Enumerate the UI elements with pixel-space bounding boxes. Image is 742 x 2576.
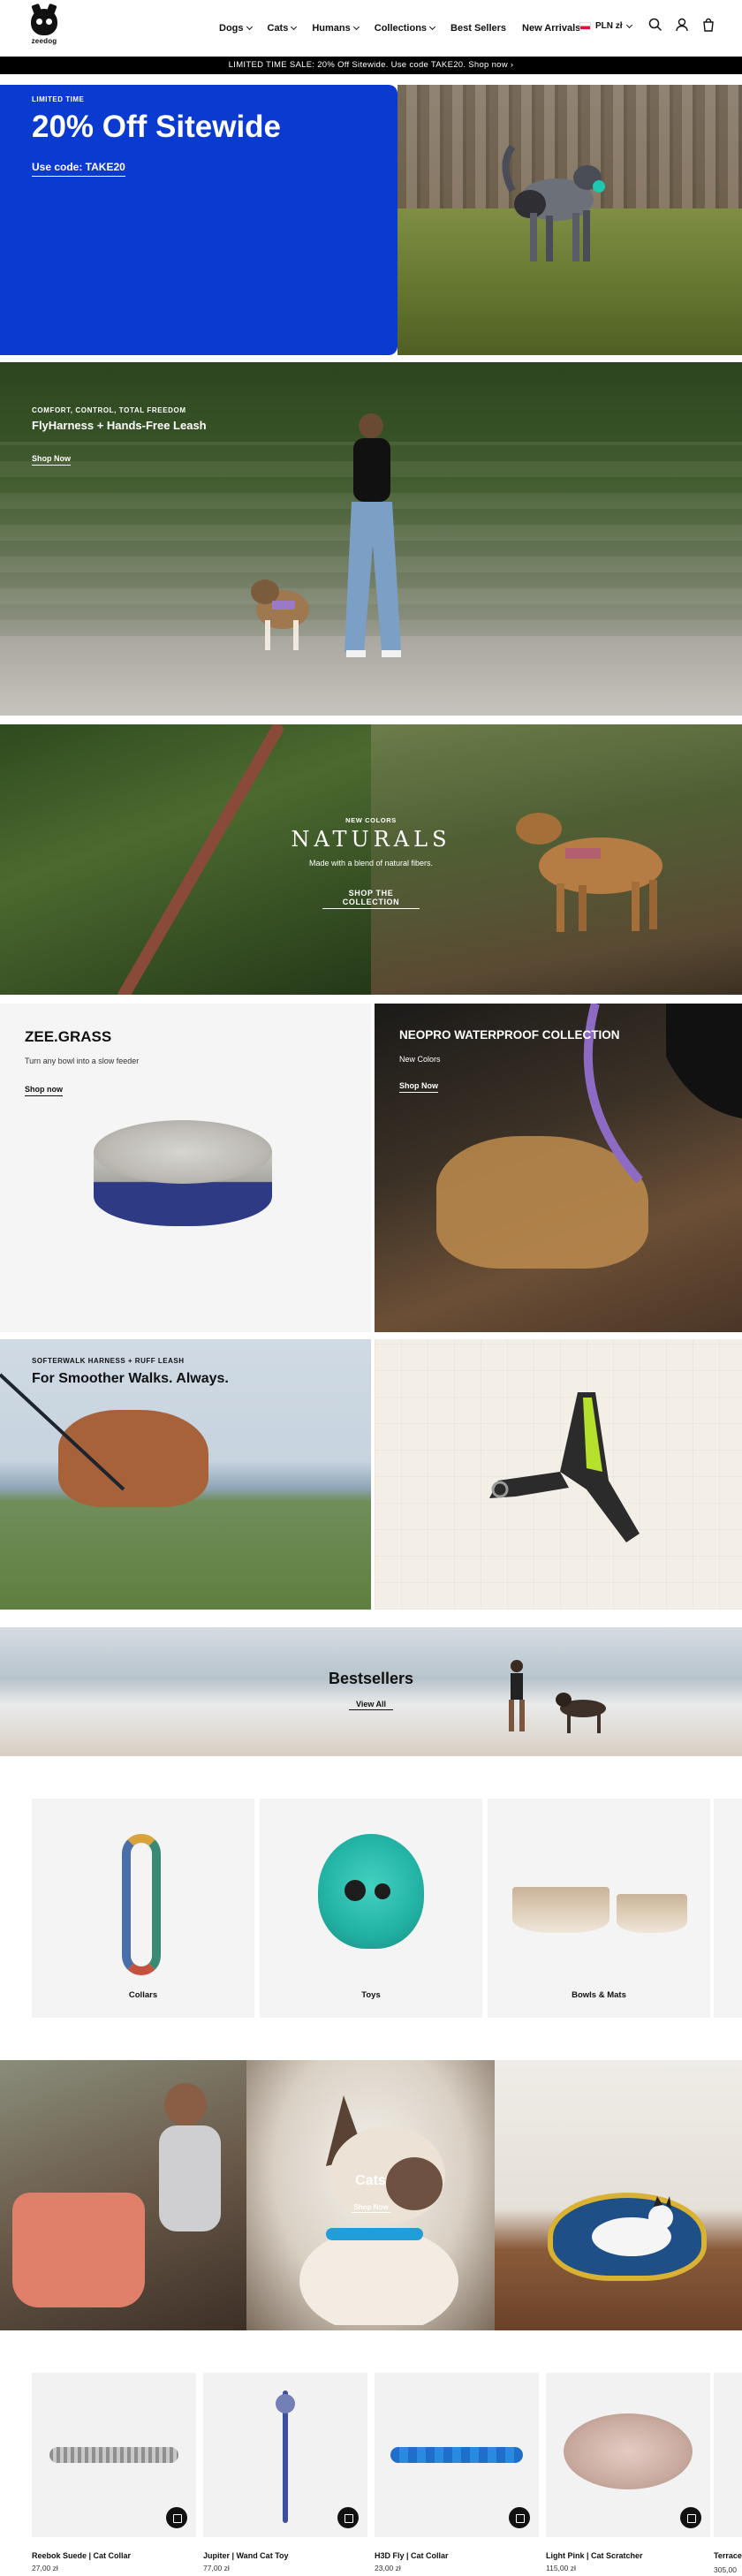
nav-label: Best Sellers (450, 23, 507, 34)
zeegrass-tile[interactable]: ZEE.GRASS Turn any bowl into a slow feed… (0, 1004, 371, 1332)
hero-image (398, 85, 742, 355)
neopro-shop-link[interactable]: Shop Now (399, 1081, 438, 1093)
product-card[interactable]: Jupiter | Wand Cat Toy 77,00 zł (203, 2373, 367, 2572)
account-icon[interactable] (675, 18, 689, 32)
category-label: Bowls & Mats (572, 1990, 626, 2000)
nav-label: Dogs (219, 23, 244, 34)
nav-item-dogs[interactable]: Dogs (219, 21, 253, 35)
currency-label: PLN zł (595, 21, 623, 31)
product-image (375, 2373, 539, 2537)
naturals-title: NATURALS (291, 827, 451, 852)
product-name[interactable]: Reebok Suede | Cat Collar (32, 2551, 196, 2560)
search-icon[interactable] (648, 18, 662, 32)
product-image (546, 2373, 710, 2537)
product-card[interactable]: H3D Fly | Cat Collar 23,00 zł (375, 2373, 539, 2572)
category-card-collars[interactable]: Collars (32, 1799, 254, 2018)
softerwalk-eyebrow: SOFTERWALK HARNESS + RUFF LEASH (32, 1357, 185, 1365)
logo-icon (31, 9, 57, 35)
hero-title: 20% Off Sitewide (32, 110, 282, 144)
naturals-subtitle: Made with a blend of natural fibers. (308, 859, 434, 868)
cats-shop-link[interactable]: Shop Now (352, 2203, 390, 2213)
chevron-down-icon (625, 21, 632, 28)
bestsellers-view-all-link[interactable]: View All (349, 1700, 393, 1710)
harness-image (489, 1392, 640, 1542)
cats-image-bed (495, 2060, 742, 2330)
harness-product-tile[interactable] (375, 1339, 742, 1610)
product-price-partial: 305,00 (714, 2565, 737, 2574)
product-image-partial[interactable] (714, 2373, 742, 2537)
product-card[interactable]: Light Pink | Cat Scratcher 115,00 zł (546, 2373, 710, 2572)
naturals-eyebrow: NEW COLORS (345, 816, 397, 824)
main-nav: Dogs Cats Humans Collections Best Seller… (219, 21, 580, 35)
announcement-bar[interactable]: LIMITED TIME SALE: 20% Off Sitewide. Use… (0, 57, 742, 74)
bestsellers-title: Bestsellers (328, 1670, 414, 1687)
collar-image (122, 1834, 161, 1975)
nav-item-best-sellers[interactable]: Best Sellers (450, 21, 506, 35)
header-icons (648, 18, 716, 32)
nav-item-humans[interactable]: Humans (312, 21, 360, 35)
category-card-partial[interactable] (714, 1799, 742, 2018)
nav-item-new-arrivals[interactable]: New Arrivals (522, 21, 580, 35)
chevron-down-icon (246, 23, 253, 31)
cats-title: Cats (355, 2173, 386, 2188)
nav-label: Humans (312, 23, 351, 34)
bowl-image (617, 1894, 687, 1933)
naturals-shop-link[interactable]: SHOP THE COLLECTION (322, 889, 420, 909)
cart-icon[interactable] (701, 18, 716, 32)
flyharness-title: FlyHarness + Hands-Free Leash (32, 419, 207, 432)
add-to-cart-icon[interactable] (509, 2507, 530, 2528)
add-to-cart-icon[interactable] (680, 2507, 701, 2528)
logo[interactable]: zeedog (25, 9, 64, 48)
product-name[interactable]: H3D Fly | Cat Collar (375, 2551, 539, 2560)
product-price: 115,00 zł (546, 2564, 576, 2572)
zeegrass-shop-link[interactable]: Shop now (25, 1085, 63, 1096)
currency-selector[interactable]: PLN zł (579, 21, 632, 31)
softerwalk-tile[interactable]: SOFTERWALK HARNESS + RUFF LEASH For Smoo… (0, 1339, 371, 1610)
chevron-down-icon (352, 23, 360, 31)
bestsellers-banner (0, 1627, 742, 1756)
cats-image-bag (0, 2060, 246, 2330)
zeegrass-title: ZEE.GRASS (25, 1028, 112, 1045)
category-label: Collars (128, 1990, 158, 2000)
product-card[interactable]: Reebok Suede | Cat Collar 27,00 zł (32, 2373, 196, 2572)
hero-code-link[interactable]: Use code: TAKE20 (32, 161, 125, 177)
site-header: zeedog Dogs Cats Humans Collections Best… (0, 0, 742, 57)
flag-icon (579, 22, 591, 30)
nav-item-cats[interactable]: Cats (267, 21, 298, 35)
nav-label: Cats (267, 23, 289, 34)
neopro-tile[interactable]: NEOPRO WATERPROOF COLLECTION New Colors … (375, 1004, 742, 1332)
flyharness-shop-link[interactable]: Shop Now (32, 454, 71, 466)
chevron-down-icon (291, 23, 298, 31)
category-label: Toys (361, 1990, 381, 2000)
nav-item-collections[interactable]: Collections (374, 21, 436, 35)
chevron-down-icon (429, 23, 436, 31)
nav-label: Collections (374, 23, 428, 34)
product-price: 27,00 zł (32, 2564, 58, 2572)
bowl-image (512, 1887, 610, 1933)
neopro-subtitle: New Colors (399, 1055, 441, 1064)
zeegrass-subtitle: Turn any bowl into a slow feeder (25, 1057, 140, 1065)
product-name[interactable]: Light Pink | Cat Scratcher (546, 2551, 710, 2560)
nav-label: New Arrivals (522, 23, 581, 34)
product-name[interactable]: Jupiter | Wand Cat Toy (203, 2551, 367, 2560)
softerwalk-title: For Smoother Walks. Always. (32, 1371, 229, 1386)
hero-eyebrow: LIMITED TIME (32, 95, 85, 103)
product-price: 77,00 zł (203, 2564, 230, 2572)
bowl-image (94, 1120, 272, 1258)
product-image (203, 2373, 367, 2537)
product-name-partial[interactable]: Terrace (714, 2551, 742, 2560)
flyharness-banner[interactable] (0, 362, 742, 716)
toy-image (318, 1834, 424, 1949)
add-to-cart-icon[interactable] (337, 2507, 359, 2528)
product-price: 23,00 zł (375, 2564, 401, 2572)
flyharness-eyebrow: COMFORT, CONTROL, TOTAL FREEDOM (32, 406, 186, 414)
cats-banner[interactable] (0, 2060, 742, 2330)
logo-text: zeedog (31, 37, 57, 45)
add-to-cart-icon[interactable] (166, 2507, 187, 2528)
cats-image-siamese (246, 2060, 495, 2330)
category-card-toys[interactable]: Toys (260, 1799, 482, 2018)
neopro-title: NEOPRO WATERPROOF COLLECTION (399, 1028, 620, 1042)
category-card-bowls-mats[interactable]: Bowls & Mats (488, 1799, 710, 2018)
product-image (32, 2373, 196, 2537)
